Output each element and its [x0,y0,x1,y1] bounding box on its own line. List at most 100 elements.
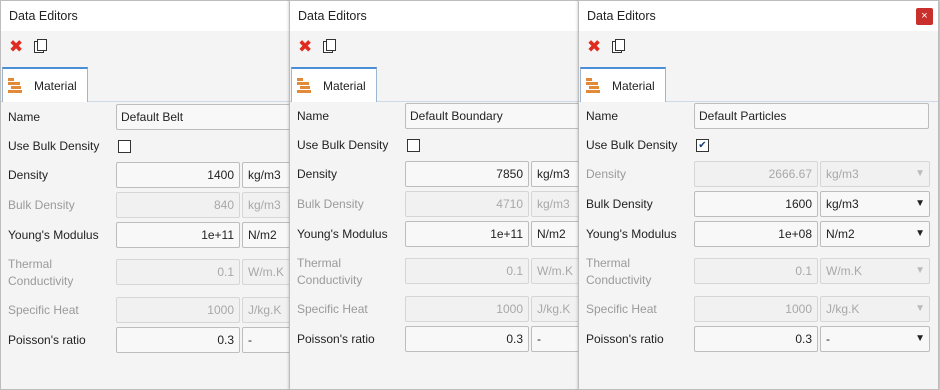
copy-icon[interactable] [34,39,47,53]
poissons-ratio-unit-value: - [826,332,830,346]
chevron-down-icon: ▼ [915,303,925,314]
poissons-ratio-unit-select[interactable]: - ▼ [820,326,930,352]
material-icon [8,78,22,93]
tab-strip: Material [290,63,586,102]
tab-material[interactable]: Material [580,67,666,102]
specific-heat-input: 1000 [116,297,240,323]
youngs-modulus-row: Young's Modulus 1e+08 N/m2 ▼ [579,220,938,248]
close-button[interactable]: × [916,8,933,25]
chevron-down-icon: ▼ [915,168,925,179]
specific-heat-unit-select: J/kg.K ▼ [820,296,930,322]
copy-icon[interactable] [612,39,625,53]
use-bulk-density-checkbox[interactable] [407,139,420,152]
youngs-modulus-unit-value: N/m2 [248,228,277,242]
bulk-density-label: Bulk Density [586,197,653,211]
delete-icon[interactable]: ✖ [298,37,312,57]
density-label: Density [8,168,49,182]
youngs-modulus-unit-value: N/m2 [537,227,566,241]
name-label: Name [297,109,330,123]
specific-heat-label: Specific Heat [586,302,657,316]
material-icon [586,78,600,93]
copy-icon[interactable] [323,39,336,53]
chevron-down-icon: ▼ [915,333,925,344]
material-form: Name Default Boundary Use Bulk Density D… [290,102,586,389]
specific-heat-row: Specific Heat 1000 J/kg.K [1,296,297,324]
use-bulk-density-label: Use Bulk Density [8,139,100,153]
youngs-modulus-unit-select[interactable]: N/m2 ▼ [820,221,930,247]
specific-heat-row: Specific Heat 1000 J/kg.K ▼ [579,295,938,323]
toolbar: ✖ [290,31,586,63]
poissons-ratio-input[interactable]: 0.3 [405,326,529,352]
bulk-density-unit-value: kg/m3 [248,198,281,212]
name-row: Name Default Belt [1,103,297,131]
use-bulk-density-checkbox[interactable]: ✔ [696,139,709,152]
title-bar[interactable]: Data Editors × [579,1,938,31]
poissons-ratio-label: Poisson's ratio [297,332,375,346]
use-bulk-density-label: Use Bulk Density [586,138,678,152]
data-editor-panel-belt: Data Editors ✖ Material Name Default Bel… [0,0,298,390]
thermal-conductivity-unit-value: W/m.K [248,265,284,279]
delete-icon[interactable]: ✖ [9,37,23,57]
specific-heat-unit-value: J/kg.K [248,303,282,317]
density-input[interactable]: 1400 [116,162,240,188]
tab-material[interactable]: Material [291,67,377,102]
tab-label: Material [34,79,77,93]
thermal-conductivity-row: Thermal Conductivity 0.1 W/m.K ▼ [579,256,938,287]
poissons-ratio-row: Poisson's ratio 0.3 - ▼ [579,325,938,353]
chevron-down-icon: ▼ [915,198,925,209]
specific-heat-input: 1000 [405,296,529,322]
name-input[interactable]: Default Boundary [405,103,586,129]
thermal-conductivity-input: 0.1 [694,258,818,284]
thermal-conductivity-input: 0.1 [116,259,240,285]
toolbar: ✖ [1,31,297,63]
poissons-ratio-row: Poisson's ratio 0.3 - [290,325,586,353]
youngs-modulus-input[interactable]: 1e+11 [116,222,240,248]
poissons-ratio-row: Poisson's ratio 0.3 - [1,326,297,354]
bulk-density-unit-value: kg/m3 [826,197,859,211]
bulk-density-row: Bulk Density 4710 kg/m3 [290,190,586,218]
density-label: Density [586,167,627,181]
title-bar[interactable]: Data Editors [1,1,297,31]
density-input: 2666.67 [694,161,818,187]
thermal-conductivity-label-line2: Conductivity [8,274,74,288]
poissons-ratio-input[interactable]: 0.3 [694,326,818,352]
thermal-conductivity-unit-select: W/m.K ▼ [820,258,930,284]
title-bar[interactable]: Data Editors [290,1,586,31]
name-label: Name [586,109,619,123]
density-unit-value: kg/m3 [537,167,570,181]
bulk-density-label: Bulk Density [8,198,75,212]
density-input[interactable]: 7850 [405,161,529,187]
density-row: Density 1400 kg/m3 [1,161,297,189]
name-row: Name Default Particles [579,102,938,130]
thermal-conductivity-label-line1: Thermal [297,256,342,270]
youngs-modulus-row: Young's Modulus 1e+11 N/m2 [1,221,297,249]
window-title: Data Editors [9,9,78,23]
poissons-ratio-input[interactable]: 0.3 [116,327,240,353]
chevron-down-icon: ▼ [915,228,925,239]
youngs-modulus-input[interactable]: 1e+08 [694,221,818,247]
specific-heat-unit-value: J/kg.K [537,302,571,316]
thermal-conductivity-unit-value: W/m.K [826,264,862,278]
window-title: Data Editors [298,9,367,23]
tab-material[interactable]: Material [2,67,88,102]
use-bulk-density-checkbox[interactable] [118,140,131,153]
bulk-density-input[interactable]: 1600 [694,191,818,217]
tab-label: Material [323,79,366,93]
thermal-conductivity-label-line1: Thermal [586,256,631,270]
delete-icon[interactable]: ✖ [587,37,601,57]
bulk-density-unit-select[interactable]: kg/m3 ▼ [820,191,930,217]
youngs-modulus-label: Young's Modulus [586,227,677,241]
thermal-conductivity-label: Thermal Conductivity [297,255,362,289]
youngs-modulus-unit-value: N/m2 [826,227,855,241]
thermal-conductivity-unit-value: W/m.K [537,264,573,278]
specific-heat-row: Specific Heat 1000 J/kg.K [290,295,586,323]
youngs-modulus-input[interactable]: 1e+11 [405,221,529,247]
tab-strip: Material [1,63,297,102]
thermal-conductivity-input: 0.1 [405,258,529,284]
material-form: Name Default Particles Use Bulk Density … [579,102,938,389]
data-editor-panel-particles: Data Editors × ✖ Material Name Default P… [578,0,939,390]
name-input[interactable]: Default Belt [116,104,297,130]
name-input[interactable]: Default Particles [694,103,929,129]
thermal-conductivity-label-line2: Conductivity [586,273,652,287]
toolbar: ✖ [579,31,938,63]
